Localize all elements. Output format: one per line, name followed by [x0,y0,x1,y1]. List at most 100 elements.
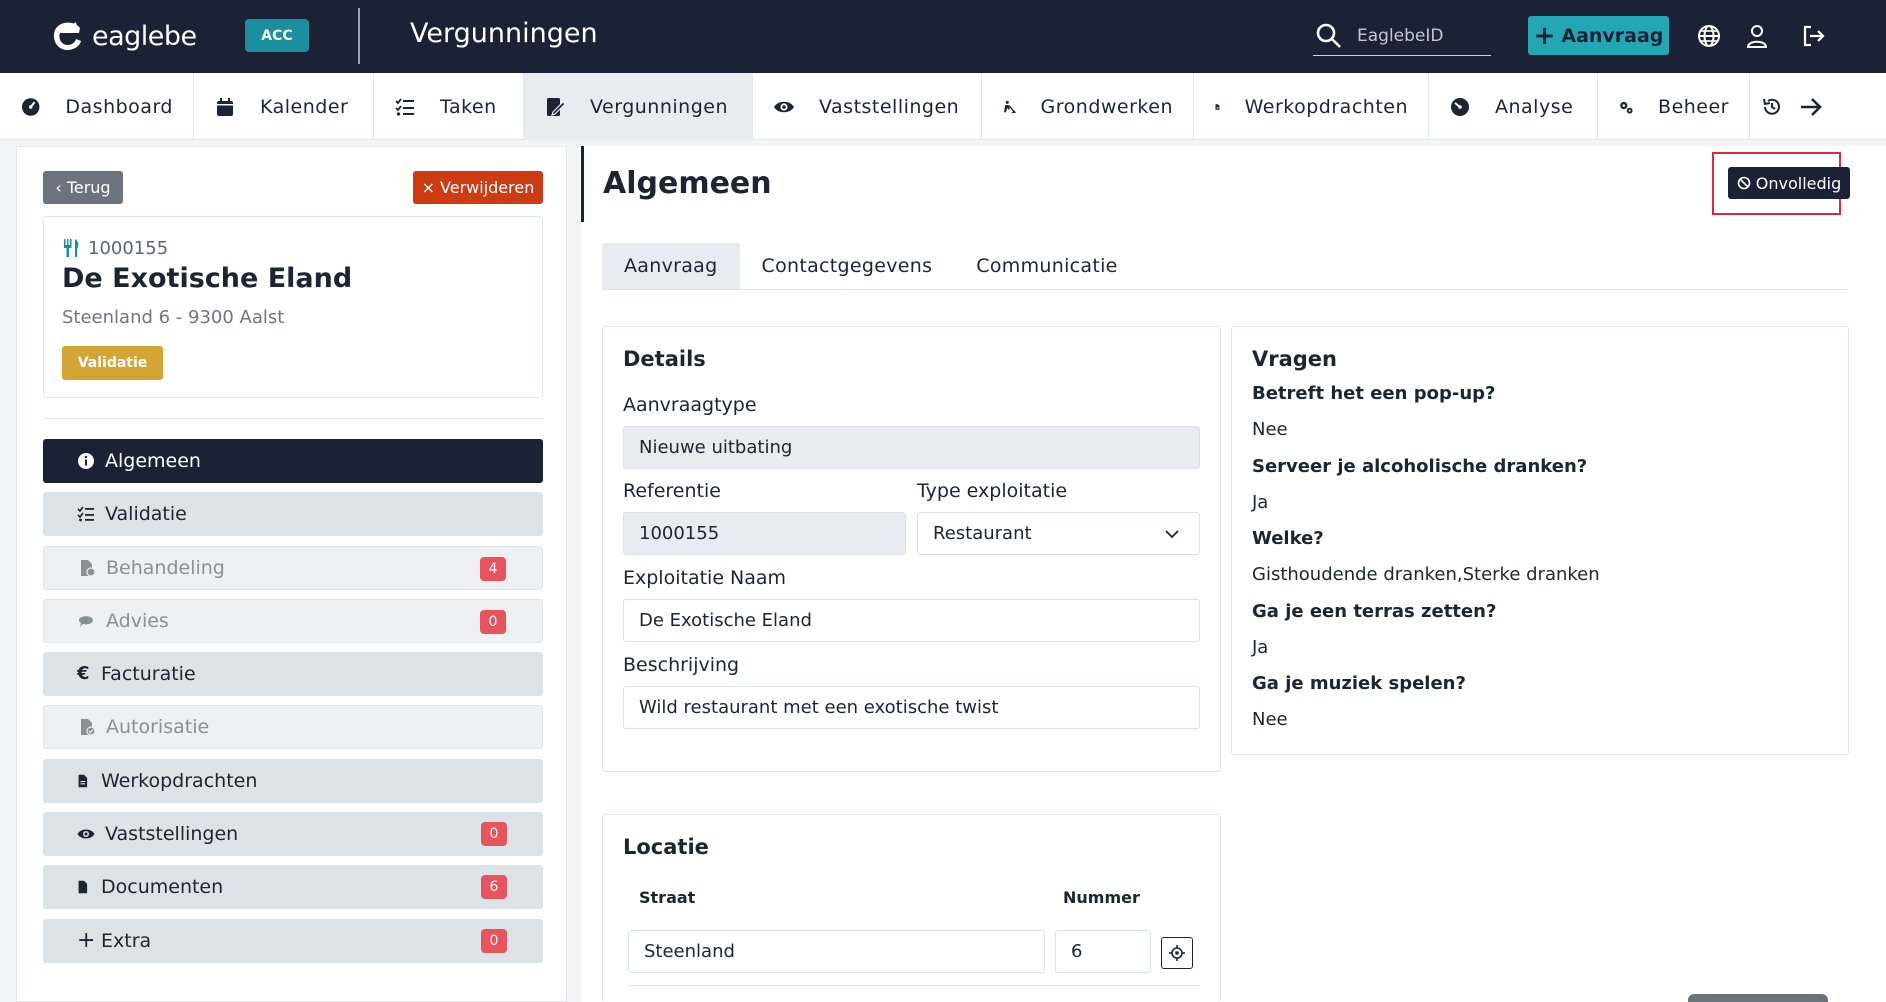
permit-address: Steenland 6 - 9300 Aalst [62,307,285,328]
eaglebe-logo[interactable]: eaglebe [50,18,197,54]
history-icon [1763,98,1780,115]
sidebar-item-label: Documenten [101,876,224,899]
sidebar-item-facturatie[interactable]: € Facturatie [43,652,543,697]
cogs-icon [1620,101,1633,114]
calendar-icon [217,97,233,116]
request-type-label: Aanvraagtype [623,394,757,416]
nav-history-button[interactable] [1750,73,1794,140]
nav-label: Vergunningen [590,95,728,118]
sidebar-item-documenten[interactable]: Documenten 6 [43,865,543,910]
app-title: Vergunningen [410,18,598,49]
sidebar-item-label: Facturatie [101,663,196,686]
sidebar-item-label: Autorisatie [106,716,210,739]
nav-next-button[interactable] [1794,73,1834,140]
nav-label: Vaststellingen [819,95,960,118]
count-badge: 6 [481,875,507,900]
nav-item-vergunningen[interactable]: Vergunningen [524,73,753,140]
scroll-to-top-button[interactable] [1688,994,1828,1002]
sidebar-item-label: Advies [106,609,169,632]
location-section: Locatie Straat Nummer Steenland 6 [602,814,1221,1002]
plus-icon: + [77,927,96,953]
nav-item-werkopdrachten[interactable]: Werkopdrachten [1194,73,1429,140]
delete-label: Verwijderen [440,178,535,197]
request-type-field: Nieuwe uitbating [623,426,1200,469]
number-column-header: Nummer [1063,888,1140,907]
new-request-button[interactable]: + Aanvraag [1528,16,1669,55]
top-bar: eaglebe ACC Vergunningen + Aanvraag [0,0,1886,73]
incomplete-button[interactable]: Onvolledig [1728,167,1850,199]
comments-icon [79,616,93,627]
nav-item-vaststellingen[interactable]: Vaststellingen [753,73,982,140]
exploitation-type-label: Type exploitatie [917,480,1068,502]
sidebar-item-behandeling[interactable]: Behandeling 4 [43,545,543,590]
sidebar-item-vaststellingen[interactable]: Vaststellingen 0 [43,812,543,857]
close-icon: × [421,178,436,197]
question-text: Ga je een terras zetten? [1252,601,1497,622]
nav-item-dashboard[interactable]: Dashboard [0,73,194,140]
tasks-icon [395,97,414,116]
nav-item-beheer[interactable]: Beheer [1598,73,1750,140]
ban-icon [1737,176,1751,190]
details-heading: Details [623,347,706,371]
sidebar-item-autorisatie[interactable]: Autorisatie [43,705,543,750]
nav-item-analyse[interactable]: Analyse [1429,73,1598,140]
delete-button[interactable]: × Verwijderen [413,171,543,204]
utensils-icon [64,239,79,257]
question-text: Serveer je alcoholische dranken? [1252,456,1588,477]
sidebar-item-advies[interactable]: Advies 0 [43,598,543,643]
sidebar-item-label: Validatie [105,503,187,526]
dashboard-icon [21,97,40,116]
permit-card: 1000155 De Exotische Eland Steenland 6 -… [43,216,543,398]
exploitation-name-field[interactable]: De Exotische Eland [623,599,1200,642]
info-icon [78,453,94,469]
count-badge: 0 [480,609,506,634]
sidebar-item-validatie[interactable]: Validatie [43,492,543,537]
sidebar-item-werkopdrachten[interactable]: Werkopdrachten [43,758,543,803]
main-navigation: Dashboard Kalender Taken Vergunningen Va… [0,73,1886,140]
street-field[interactable]: Steenland [628,930,1045,973]
tab-aanvraag[interactable]: Aanvraag [602,243,740,289]
logout-icon[interactable] [1799,22,1827,50]
search-input[interactable] [1357,25,1487,46]
file-icon [78,774,88,788]
tab-contactgegevens[interactable]: Contactgegevens [740,243,955,289]
reference-field: 1000155 [623,512,906,555]
tab-communicatie[interactable]: Communicatie [954,243,1139,289]
questions-heading: Vragen [1252,347,1338,371]
question-text: Ga je muziek spelen? [1252,673,1466,694]
nav-label: Grondwerken [1040,95,1173,118]
back-button[interactable]: ‹ Terug [43,171,123,204]
eaglebe-logo-icon [53,22,81,51]
sidebar-item-label: Extra [101,929,152,952]
checklist-icon [77,506,94,522]
reference-label: Referentie [623,480,721,502]
chevron-left-icon: ‹ [55,178,62,197]
locate-button[interactable] [1161,937,1193,969]
description-field[interactable]: Wild restaurant met een exotische twist [623,686,1200,729]
exploitation-type-select[interactable]: Restaurant [917,512,1200,555]
nav-label: Dashboard [65,95,173,118]
gauge-icon [1451,97,1469,116]
details-section: Details Aanvraagtype Nieuwe uitbating Re… [602,326,1221,772]
user-icon[interactable] [1743,22,1771,50]
permit-reference-text: 1000155 [88,237,169,259]
environment-badge: ACC [245,19,309,52]
nav-item-grondwerken[interactable]: Grondwerken [982,73,1194,140]
chevron-down-icon [1165,530,1179,539]
sidebar-item-algemeen[interactable]: Algemeen [43,439,543,483]
nav-label: Kalender [260,95,349,118]
sidebar-menu: Algemeen Validatie Behandeling 4 Advies … [43,439,543,972]
search-bar[interactable] [1313,16,1491,56]
number-field[interactable]: 6 [1055,930,1151,973]
sidebar-item-label: Vaststellingen [105,823,239,846]
search-icon[interactable] [1315,22,1343,50]
location-heading: Locatie [623,835,709,859]
crosshair-icon [1169,945,1185,961]
nav-item-kalender[interactable]: Kalender [194,73,374,140]
table-divider [628,985,1200,986]
sidebar-item-extra[interactable]: + Extra 0 [43,918,543,963]
globe-icon[interactable] [1695,22,1723,50]
nav-item-taken[interactable]: Taken [374,73,524,140]
answer-text: Gisthoudende dranken,Sterke dranken [1252,564,1600,585]
incomplete-label: Onvolledig [1755,173,1842,193]
